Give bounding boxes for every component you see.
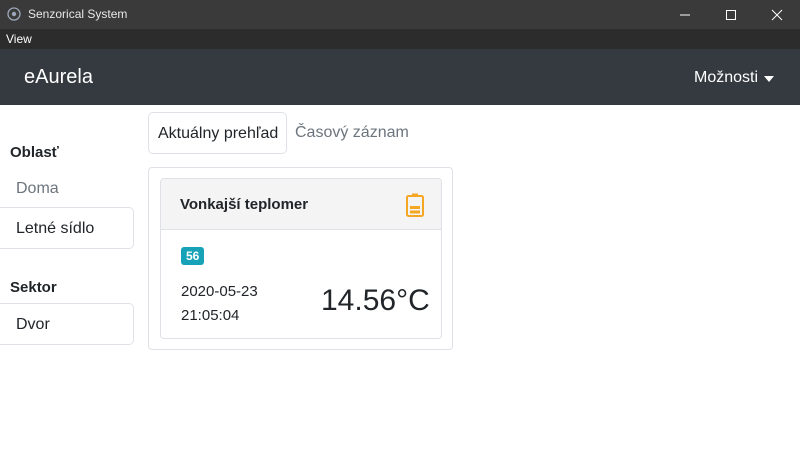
reading-time: 21:05:04: [181, 307, 240, 324]
options-label: Možnosti: [694, 69, 759, 86]
sensor-card: Vonkajší teplomer 56 2020-05-23 21:05:04…: [160, 178, 442, 339]
window-titlebar: Senzorical System: [0, 0, 800, 29]
sidebar-item-dvor[interactable]: Dvor: [0, 303, 134, 345]
sensor-card-header: Vonkajší teplomer: [161, 179, 441, 230]
minimize-icon: [680, 14, 690, 15]
options-dropdown[interactable]: Možnosti: [694, 69, 775, 87]
close-button[interactable]: [754, 0, 800, 29]
sector-heading: Sektor: [10, 279, 57, 296]
caret-down-icon: [764, 75, 775, 82]
app-logo-icon: [7, 7, 21, 21]
area-heading: Oblasť: [10, 144, 59, 161]
maximize-icon: [726, 9, 736, 20]
brand-title[interactable]: eAurela: [24, 66, 93, 89]
maximize-button[interactable]: [708, 0, 754, 29]
tab-current-overview[interactable]: Aktuálny prehľad: [148, 112, 287, 154]
menu-view[interactable]: View: [6, 32, 32, 46]
sensor-title: Vonkajší teplomer: [180, 196, 309, 213]
menu-bar: View: [0, 29, 800, 49]
sensor-badge: 56: [181, 247, 205, 265]
battery-icon: [406, 193, 424, 217]
sidebar-item-doma[interactable]: Doma: [0, 168, 134, 210]
temperature-value: 14.56°C: [321, 284, 430, 317]
minimize-button[interactable]: [662, 0, 708, 29]
tab-time-record[interactable]: Časový záznam: [286, 112, 416, 154]
window-title: Senzorical System: [28, 7, 128, 21]
sidebar-item-letne-sidlo[interactable]: Letné sídlo: [0, 207, 134, 249]
close-icon: [771, 9, 783, 20]
app-navbar: eAurela Možnosti: [0, 49, 800, 105]
reading-date: 2020-05-23: [181, 283, 258, 300]
